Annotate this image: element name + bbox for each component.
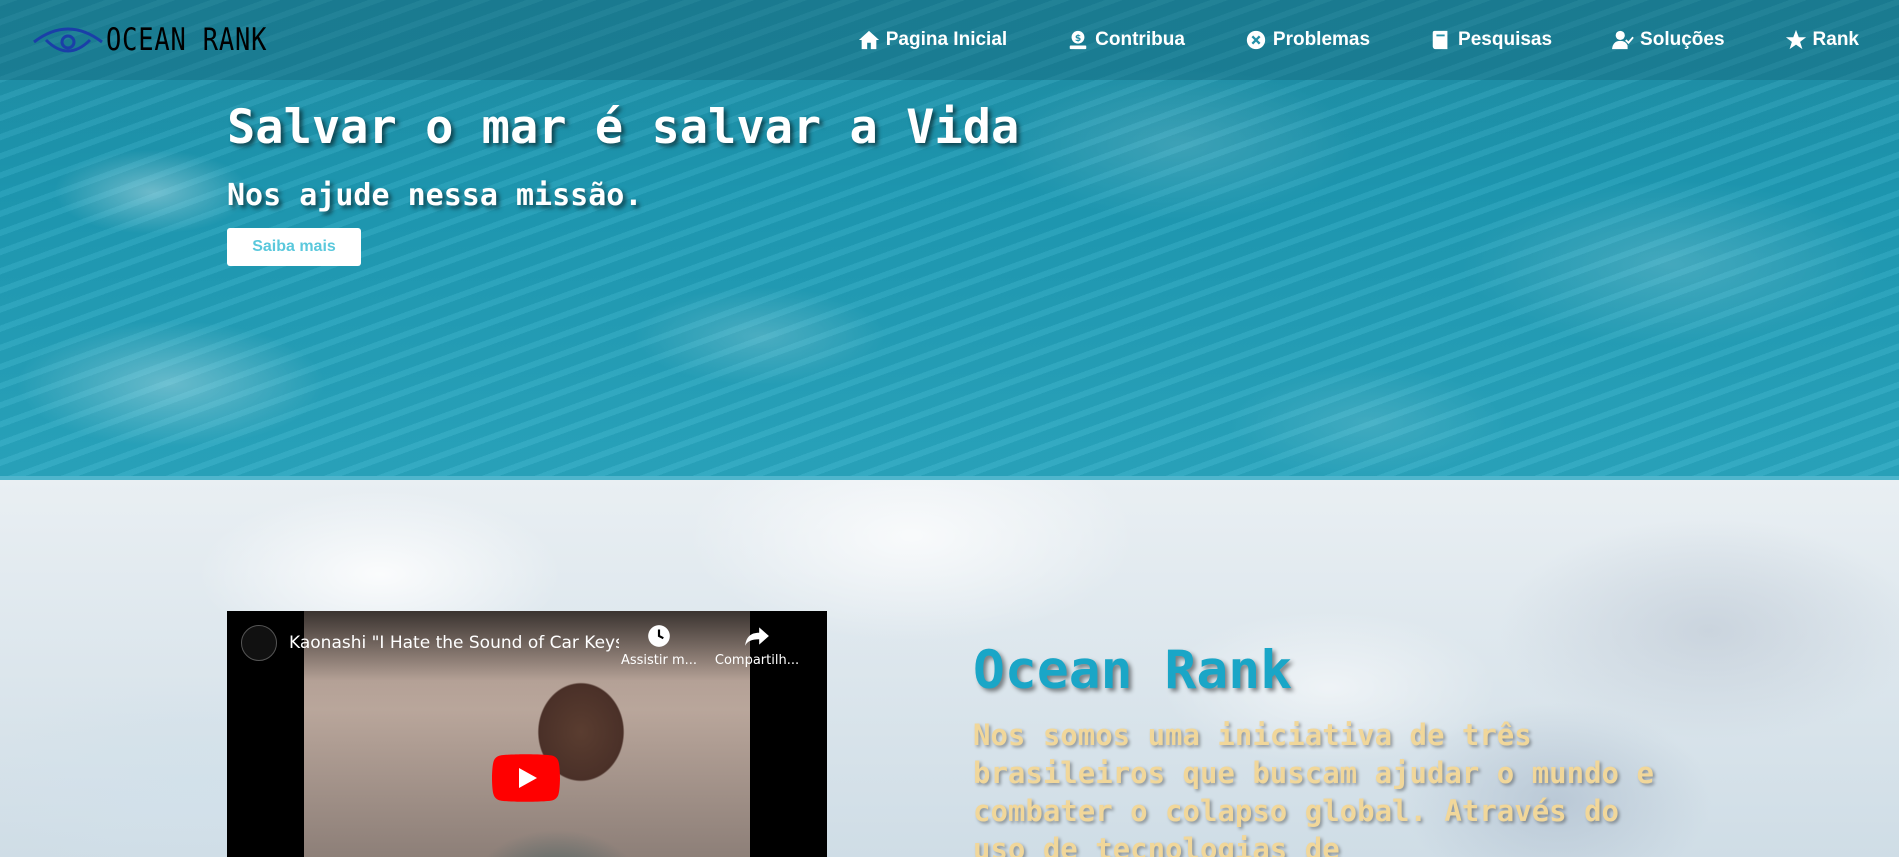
hero-subtitle: Nos ajude nessa missão.: [227, 178, 643, 213]
user-check-icon: [1612, 30, 1634, 50]
about-title: Ocean Rank: [973, 640, 1293, 701]
channel-avatar[interactable]: [241, 625, 277, 661]
watch-later-label: Assistir m...: [620, 653, 698, 668]
share-button[interactable]: Compartilh...: [712, 623, 802, 668]
about-body: Nos somos uma iniciativa de três brasile…: [973, 718, 1654, 857]
nav-item-rank[interactable]: Rank: [1785, 29, 1859, 51]
star-icon: [1785, 29, 1806, 50]
share-label: Compartilh...: [714, 653, 800, 668]
book-icon: [1432, 30, 1448, 50]
share-icon: [745, 627, 769, 646]
play-icon[interactable]: [492, 754, 560, 802]
nav-item-problemas[interactable]: Problemas: [1245, 29, 1370, 51]
video-title[interactable]: Kaonashi "I Hate the Sound of Car Keys..…: [289, 633, 619, 653]
nav-item-solucoes[interactable]: Soluções: [1612, 29, 1725, 51]
brand-name: OCEAN RANK: [106, 22, 268, 58]
close-circle-icon: [1246, 30, 1266, 50]
watch-later-button[interactable]: Assistir m...: [614, 623, 704, 668]
hero-title: Salvar o mar é salvar a Vida: [227, 100, 1020, 155]
brand-logo[interactable]: OCEAN RANK: [32, 16, 303, 64]
video-embed[interactable]: Kaonashi "I Hate the Sound of Car Keys..…: [227, 611, 827, 857]
home-icon: [858, 30, 879, 50]
nav-item-contribua[interactable]: $ Contribua: [1067, 29, 1185, 51]
svg-text:$: $: [1075, 33, 1081, 44]
nav-menu: Pagina Inicial $ Contribua Problemas Pes…: [858, 0, 1859, 80]
clock-icon: [648, 625, 670, 647]
eye-logo-icon: [33, 27, 103, 53]
navbar: OCEAN RANK Pagina Inicial $ Contribua Pr…: [0, 0, 1899, 80]
nav-item-pesquisas[interactable]: Pesquisas: [1430, 29, 1552, 51]
nav-item-label: Problemas: [1272, 29, 1371, 50]
nav-item-label: Pesquisas: [1458, 29, 1553, 50]
saiba-mais-button[interactable]: Saiba mais: [227, 228, 361, 266]
nav-item-pagina-inicial[interactable]: Pagina Inicial: [858, 29, 1007, 51]
nav-item-label: Soluções: [1640, 29, 1725, 50]
nav-item-label: Pagina Inicial: [885, 29, 1008, 50]
donate-icon: $: [1069, 30, 1087, 50]
nav-item-label: Rank: [1812, 29, 1859, 50]
nav-item-label: Contribua: [1095, 29, 1185, 50]
